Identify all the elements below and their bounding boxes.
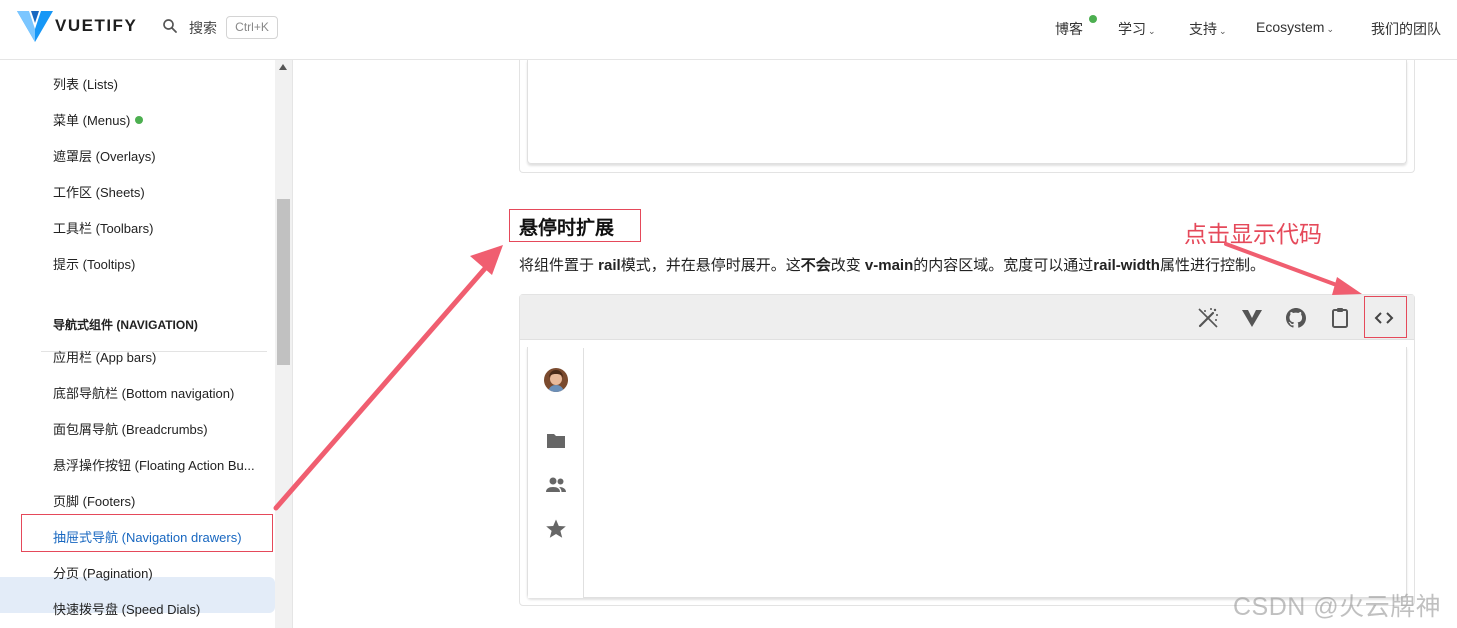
chevron-down-icon: ⌄ bbox=[1326, 24, 1335, 34]
clipboard-icon[interactable] bbox=[1328, 306, 1352, 330]
sidebar-item-speed-dials[interactable]: 快速拨号盘 (Speed Dials) bbox=[53, 599, 200, 618]
scroll-up-arrow-icon[interactable] bbox=[279, 64, 287, 70]
sidebar-item-sheets[interactable]: 工作区 (Sheets) bbox=[53, 182, 145, 201]
annotation-box-code-button bbox=[1364, 296, 1407, 338]
sidebar-item-footers[interactable]: 页脚 (Footers) bbox=[53, 491, 135, 510]
avatar[interactable] bbox=[544, 368, 568, 392]
desc-emphasis: 不会 bbox=[800, 257, 831, 274]
nav-ecosystem-label: Ecosystem bbox=[1256, 19, 1325, 35]
new-badge-dot bbox=[135, 116, 144, 124]
nav-blog[interactable]: 博客 bbox=[1055, 19, 1083, 39]
sidebar-item-menus[interactable]: 菜单 (Menus) bbox=[53, 110, 144, 129]
star-icon[interactable] bbox=[544, 517, 568, 541]
desc-text: 改变 bbox=[830, 257, 865, 274]
nav-ecosystem[interactable]: Ecosystem ⌄ bbox=[1256, 19, 1334, 35]
blog-status-dot bbox=[1089, 15, 1097, 23]
example-preview bbox=[527, 347, 1407, 598]
vuetify-playground-icon[interactable] bbox=[1240, 306, 1264, 330]
nav-learn[interactable]: 学习 ⌄ bbox=[1118, 19, 1156, 39]
nav-support[interactable]: 支持 ⌄ bbox=[1189, 19, 1227, 39]
nav-support-label: 支持 bbox=[1189, 21, 1217, 37]
desc-text: 属性进行控制。 bbox=[1159, 257, 1265, 274]
desc-code-rail-width: rail-width bbox=[1093, 257, 1160, 274]
sidebar-item-breadcrumbs[interactable]: 面包屑导航 (Breadcrumbs) bbox=[53, 419, 208, 438]
scrollbar-thumb[interactable] bbox=[277, 199, 290, 365]
theme-toggle-icon[interactable] bbox=[1196, 306, 1220, 330]
folder-icon[interactable] bbox=[544, 429, 568, 453]
desc-text: 模式，并在悬停时展开。这 bbox=[620, 257, 801, 274]
search-label[interactable]: 搜索 bbox=[189, 18, 217, 38]
search-shortcut-kbd: Ctrl+K bbox=[226, 16, 278, 39]
desc-code-rail: rail bbox=[598, 257, 621, 274]
annotation-box-sidebar bbox=[21, 514, 273, 552]
sidebar-item-pagination[interactable]: 分页 (Pagination) bbox=[53, 563, 153, 582]
sidebar-item-fab[interactable]: 悬浮操作按钮 (Floating Action Bu... bbox=[53, 455, 255, 474]
chevron-down-icon: ⌄ bbox=[1219, 26, 1227, 36]
sidebar-item-label: 菜单 (Menus) bbox=[53, 113, 131, 128]
nav-team[interactable]: 我们的团队 bbox=[1371, 19, 1441, 39]
previous-demo-inner bbox=[527, 60, 1407, 164]
section-description: 将组件置于 rail模式，并在悬停时展开。这不会改变 v-main的内容区域。宽… bbox=[519, 254, 1265, 275]
sidebar-item-overlays[interactable]: 遮罩层 (Overlays) bbox=[53, 146, 156, 165]
vuetify-logo[interactable] bbox=[17, 11, 53, 43]
section-heading: 悬停时扩展 bbox=[519, 218, 615, 239]
sidebar-item-toolbars[interactable]: 工具栏 (Toolbars) bbox=[53, 218, 153, 237]
sidebar-item-tooltips[interactable]: 提示 (Tooltips) bbox=[53, 254, 135, 273]
sidebar-section-title: 导航式组件 (NAVIGATION) bbox=[53, 318, 198, 332]
example-toolbar bbox=[520, 295, 1414, 340]
logo-text[interactable]: VUETIFY bbox=[55, 16, 137, 36]
desc-text: 将组件置于 bbox=[519, 257, 599, 274]
desc-code-vmain: v-main bbox=[864, 257, 914, 274]
chevron-down-icon: ⌄ bbox=[1148, 26, 1156, 36]
github-icon[interactable] bbox=[1284, 306, 1308, 330]
watermark: CSDN @火云牌神 bbox=[1233, 593, 1442, 621]
sidebar-item-bottom-navigation[interactable]: 底部导航栏 (Bottom navigation) bbox=[53, 383, 234, 402]
search-icon[interactable] bbox=[161, 17, 179, 35]
desc-text: 的内容区域。宽度可以通过 bbox=[913, 257, 1094, 274]
nav-learn-label: 学习 bbox=[1118, 21, 1146, 37]
sidebar-item-lists[interactable]: 列表 (Lists) bbox=[53, 74, 118, 93]
sidebar-item-app-bars[interactable]: 应用栏 (App bars) bbox=[53, 347, 156, 366]
app-header: VUETIFY 搜索 Ctrl+K 博客 学习 ⌄ 支持 ⌄ Ecosystem ⌄ … bbox=[0, 0, 1457, 60]
people-icon[interactable] bbox=[544, 473, 568, 497]
annotation-text: 点击显示代码 bbox=[1184, 221, 1322, 247]
